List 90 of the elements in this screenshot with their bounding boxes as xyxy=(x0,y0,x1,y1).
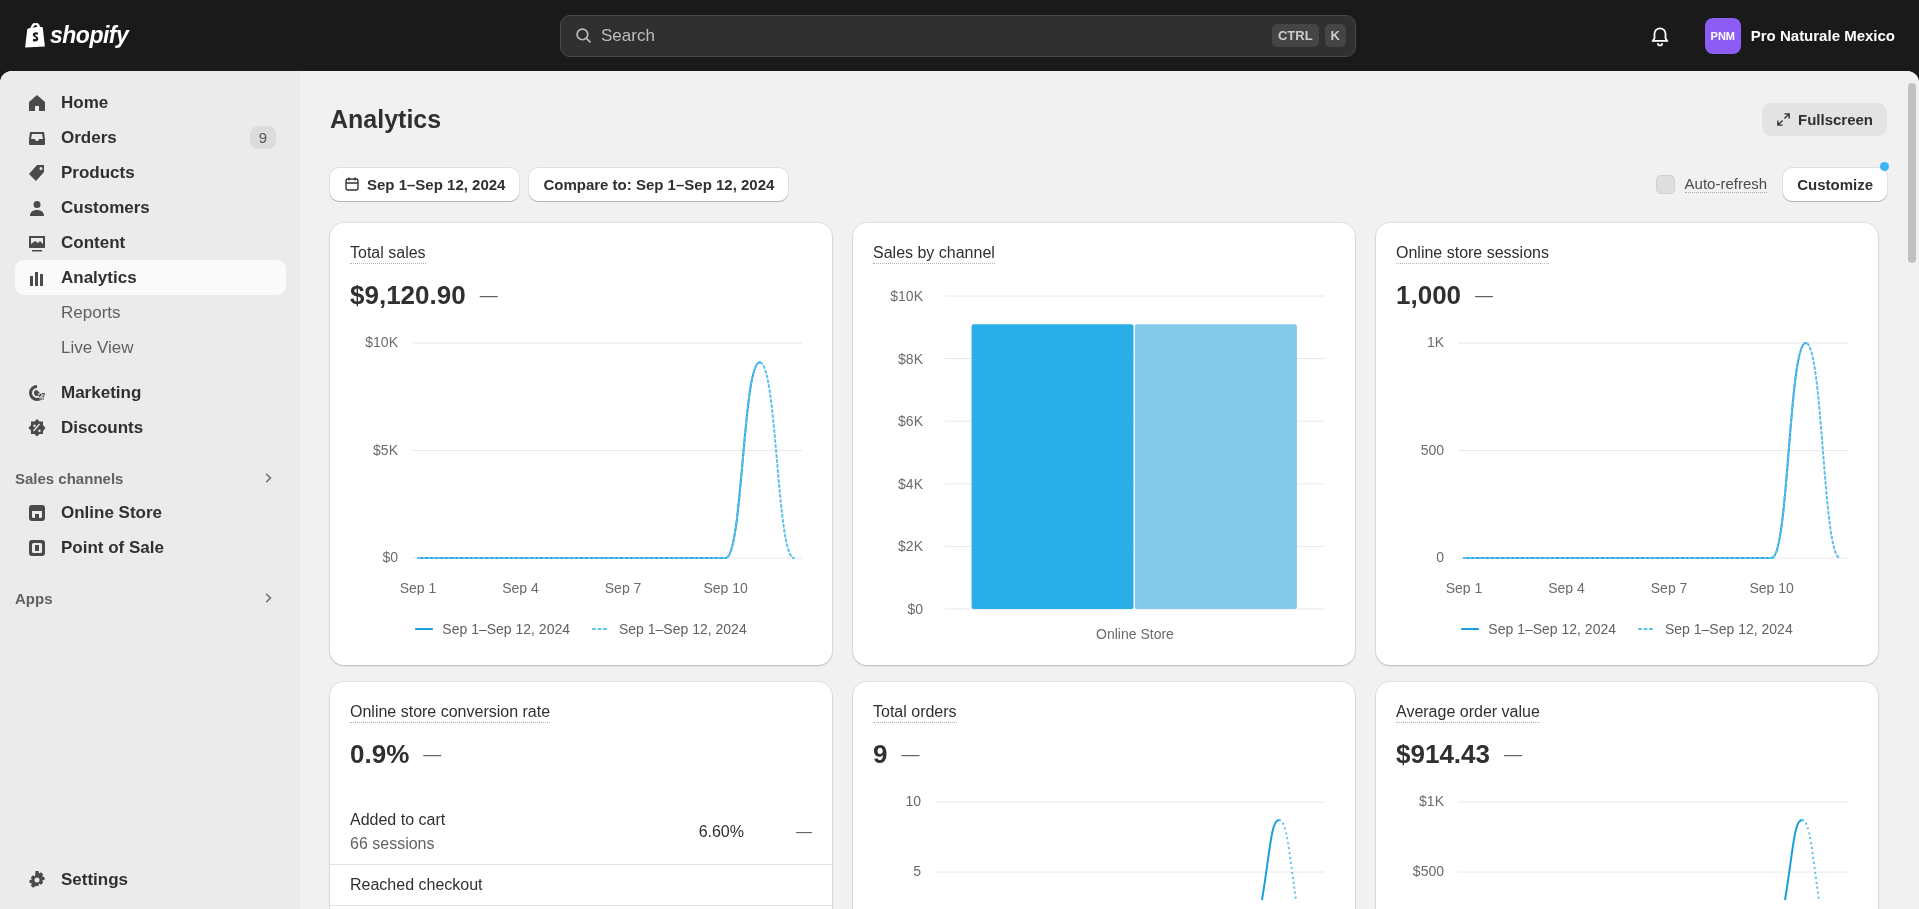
customize-button[interactable]: Customize xyxy=(1783,167,1887,201)
x-tick-label: Sep 7 xyxy=(1650,580,1688,596)
line-swatch xyxy=(415,627,434,631)
x-tick-label: Sep 10 xyxy=(703,580,749,596)
change-dash: — xyxy=(423,744,442,765)
logo-wordmark: shopify xyxy=(50,22,129,49)
sidebar-item[interactable]: Home xyxy=(15,85,286,120)
metric-value: $9,120.90 xyxy=(350,280,466,311)
y-tick-label: $10K xyxy=(890,288,924,304)
sidebar-item[interactable]: Discounts xyxy=(15,410,286,445)
storefront-icon xyxy=(27,502,47,523)
funnel-step-sessions: 66 sessions xyxy=(350,835,436,853)
metric-value: 0.9% xyxy=(350,739,410,770)
card-title[interactable]: Total sales xyxy=(350,244,426,264)
store-name[interactable]: Pro Naturale Mexico xyxy=(1750,27,1895,44)
y-tick-label: $0 xyxy=(907,601,924,617)
x-tick-label: Sep 4 xyxy=(502,580,540,596)
funnel-step-label: Reached checkout xyxy=(350,876,484,894)
section-heading: Apps xyxy=(15,589,53,607)
search-icon xyxy=(575,26,592,44)
change-dash: — xyxy=(479,285,498,306)
x-tick-label: Sep 1 xyxy=(1445,580,1483,596)
store-avatar[interactable]: PNM xyxy=(1704,17,1741,54)
expand-icon xyxy=(1775,111,1791,127)
axis-label: 5 xyxy=(913,863,921,879)
legend-label: Sep 1–Sep 12, 2024 xyxy=(619,621,747,637)
legend-label: Sep 1–Sep 12, 2024 xyxy=(1488,621,1616,637)
funnel-step-label: Added to cart xyxy=(350,811,447,829)
sidebar-item[interactable]: Point of Sale xyxy=(15,530,286,565)
change-dash: — xyxy=(1475,285,1494,306)
change-dash: — xyxy=(901,744,920,765)
x-tick-label: Sep 1 xyxy=(399,580,437,596)
metric-value: 1,000 xyxy=(1396,280,1462,311)
x-tick-label: Sep 4 xyxy=(1548,580,1586,596)
section-heading: Sales channels xyxy=(15,469,124,487)
metric-value: 9 xyxy=(873,739,888,770)
y-tick-label: $2K xyxy=(898,538,924,555)
x-tick-label: Sep 10 xyxy=(1749,580,1795,596)
sidebar-item[interactable]: Analytics xyxy=(15,260,286,295)
sidebar-subitem[interactable]: Reports xyxy=(15,295,286,330)
x-tick-label: Online Store xyxy=(1096,626,1175,642)
page-title: Analytics xyxy=(330,104,442,134)
sidebar-subitem[interactable]: Live View xyxy=(15,330,286,365)
sidebar-item[interactable]: Content xyxy=(15,225,286,260)
card-title[interactable]: Sales by channel xyxy=(873,244,995,264)
axis-label: $500 xyxy=(1412,863,1444,879)
y-tick-label: $0 xyxy=(382,549,399,565)
change-dash: — xyxy=(1504,744,1522,765)
change-dash: — xyxy=(796,823,812,841)
y-tick-label: $6K xyxy=(898,413,924,430)
dotted-line-swatch xyxy=(1638,627,1656,631)
dotted-line-swatch xyxy=(592,627,610,631)
fullscreen-button[interactable]: Fullscreen xyxy=(1761,102,1887,136)
legend-label: Sep 1–Sep 12, 2024 xyxy=(1665,621,1793,637)
target-icon xyxy=(27,382,47,403)
shopping-bag-logo-icon xyxy=(24,22,46,49)
y-tick-label: $5K xyxy=(373,441,399,458)
count-badge: 9 xyxy=(249,126,276,149)
x-tick-label: Sep 7 xyxy=(604,580,642,596)
funnel-step-rate: 6.60% xyxy=(698,823,744,841)
tag-icon xyxy=(27,162,47,183)
axis-label: $1K xyxy=(1419,793,1444,809)
sidebar-item[interactable]: Marketing xyxy=(15,375,286,410)
card-title[interactable]: Online store conversion rate xyxy=(350,703,551,723)
settings-icon xyxy=(27,869,47,890)
sidebar-item[interactable]: Orders 9 xyxy=(15,120,286,155)
metric-value: $914.43 xyxy=(1396,739,1490,770)
y-tick-label: 1K xyxy=(1426,334,1445,350)
auto-refresh-label[interactable]: Auto-refresh xyxy=(1684,175,1768,193)
y-tick-label: $4K xyxy=(898,475,924,492)
discount-icon xyxy=(27,417,47,438)
compare-button[interactable]: Compare to: Sep 1–Sep 12, 2024 xyxy=(529,167,789,201)
home-icon xyxy=(27,92,47,113)
y-tick-label: 0 xyxy=(1436,549,1445,565)
card-title[interactable]: Online store sessions xyxy=(1396,244,1549,264)
y-tick-label: $8K xyxy=(898,350,924,367)
calendar-icon xyxy=(344,176,360,192)
y-tick-label: 500 xyxy=(1420,441,1445,458)
auto-refresh-checkbox[interactable] xyxy=(1655,174,1675,194)
sidebar-item[interactable]: Online Store xyxy=(15,495,286,530)
legend-label: Sep 1–Sep 12, 2024 xyxy=(442,621,570,637)
sidebar-item[interactable]: Customers xyxy=(15,190,286,225)
date-range-button[interactable]: Sep 1–Sep 12, 2024 xyxy=(330,167,520,201)
card-title[interactable]: Average order value xyxy=(1396,703,1540,723)
sidebar-item[interactable]: Products xyxy=(15,155,286,190)
axis-label: 10 xyxy=(905,793,921,809)
line-swatch xyxy=(1461,627,1480,631)
card-title[interactable]: Total orders xyxy=(873,703,957,723)
settings-item[interactable]: Settings xyxy=(15,862,286,897)
y-tick-label: $10K xyxy=(365,334,399,350)
